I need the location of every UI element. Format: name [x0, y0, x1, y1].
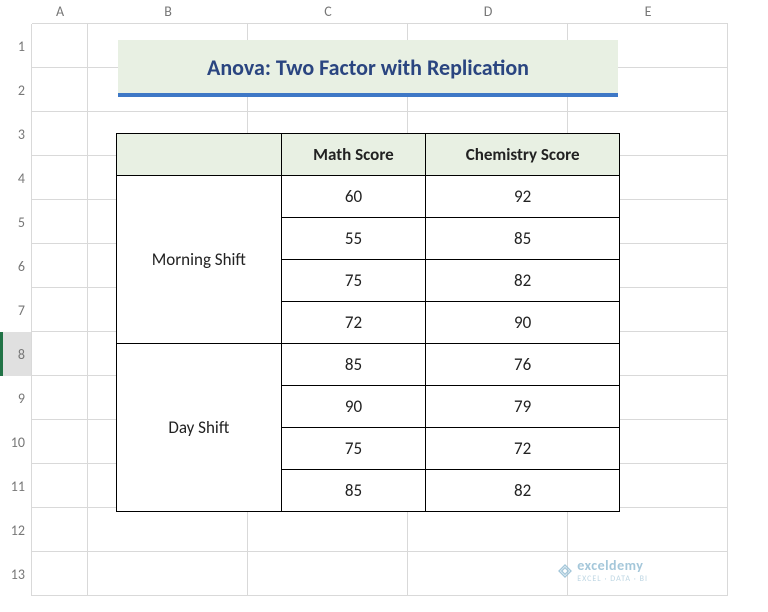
cell-chem: 72 — [426, 428, 620, 470]
anova-data-table: Math Score Chemistry Score Morning Shift… — [116, 133, 620, 512]
cell-B13[interactable] — [88, 552, 248, 596]
cell-math: 85 — [281, 470, 426, 512]
group-label-morning: Morning Shift — [117, 176, 282, 344]
cell-chem: 82 — [426, 470, 620, 512]
table-row: Morning Shift 60 92 — [117, 176, 620, 218]
cell-B12[interactable] — [88, 508, 248, 552]
cell-A6[interactable] — [32, 244, 88, 288]
watermark-text: exceldemy EXCEL · DATA · BI — [577, 557, 648, 584]
row-header-10[interactable]: 10 — [0, 420, 32, 464]
cell-A5[interactable] — [32, 200, 88, 244]
cell-C13[interactable] — [248, 552, 408, 596]
col-header-A[interactable]: A — [32, 0, 88, 24]
watermark-tagline: EXCEL · DATA · BI — [577, 574, 648, 584]
cell-D12[interactable] — [408, 508, 568, 552]
header-chem: Chemistry Score — [426, 134, 620, 176]
col-header-B[interactable]: B — [88, 0, 248, 24]
content-overlay: Anova: Two Factor with Replication Math … — [88, 40, 648, 512]
row-header-11[interactable]: 11 — [0, 464, 32, 508]
cell-A8[interactable] — [32, 332, 88, 376]
cell-A4[interactable] — [32, 156, 88, 200]
cell-chem: 76 — [426, 344, 620, 386]
row-header-9[interactable]: 9 — [0, 376, 32, 420]
table-header-row: Math Score Chemistry Score — [117, 134, 620, 176]
cell-A1[interactable] — [32, 24, 88, 68]
cell-math: 75 — [281, 428, 426, 470]
col-header-D[interactable]: D — [408, 0, 568, 24]
watermark-brand: exceldemy — [577, 557, 648, 574]
row-header-7[interactable]: 7 — [0, 288, 32, 332]
cell-A13[interactable] — [32, 552, 88, 596]
cell-math: 55 — [281, 218, 426, 260]
row-header-6[interactable]: 6 — [0, 244, 32, 288]
cell-chem: 90 — [426, 302, 620, 344]
row-header-5[interactable]: 5 — [0, 200, 32, 244]
table-row: Day Shift 85 76 — [117, 344, 620, 386]
header-empty — [117, 134, 282, 176]
cell-A10[interactable] — [32, 420, 88, 464]
row-header-3[interactable]: 3 — [0, 112, 32, 156]
watermark: exceldemy EXCEL · DATA · BI — [557, 557, 648, 584]
row-header-4[interactable]: 4 — [0, 156, 32, 200]
cell-A2[interactable] — [32, 68, 88, 112]
cell-math: 90 — [281, 386, 426, 428]
cell-math: 60 — [281, 176, 426, 218]
cell-A9[interactable] — [32, 376, 88, 420]
cell-A12[interactable] — [32, 508, 88, 552]
col-header-C[interactable]: C — [248, 0, 408, 24]
cell-math: 75 — [281, 260, 426, 302]
cell-A7[interactable] — [32, 288, 88, 332]
header-math: Math Score — [281, 134, 426, 176]
cell-A11[interactable] — [32, 464, 88, 508]
row-header-12[interactable]: 12 — [0, 508, 32, 552]
row-header-2[interactable]: 2 — [0, 68, 32, 112]
cell-chem: 92 — [426, 176, 620, 218]
page-title: Anova: Two Factor with Replication — [118, 40, 618, 97]
cell-math: 72 — [281, 302, 426, 344]
col-header-E[interactable]: E — [568, 0, 728, 24]
cell-chem: 82 — [426, 260, 620, 302]
cell-E12[interactable] — [568, 508, 728, 552]
cell-math: 85 — [281, 344, 426, 386]
group-label-day: Day Shift — [117, 344, 282, 512]
select-all-corner[interactable] — [0, 0, 32, 24]
cell-chem: 79 — [426, 386, 620, 428]
row-header-13[interactable]: 13 — [0, 552, 32, 596]
cell-chem: 85 — [426, 218, 620, 260]
row-header-8[interactable]: 8 — [0, 332, 32, 376]
logo-icon — [557, 563, 573, 579]
cell-D13[interactable] — [408, 552, 568, 596]
cell-C12[interactable] — [248, 508, 408, 552]
row-header-1[interactable]: 1 — [0, 24, 32, 68]
cell-A3[interactable] — [32, 112, 88, 156]
